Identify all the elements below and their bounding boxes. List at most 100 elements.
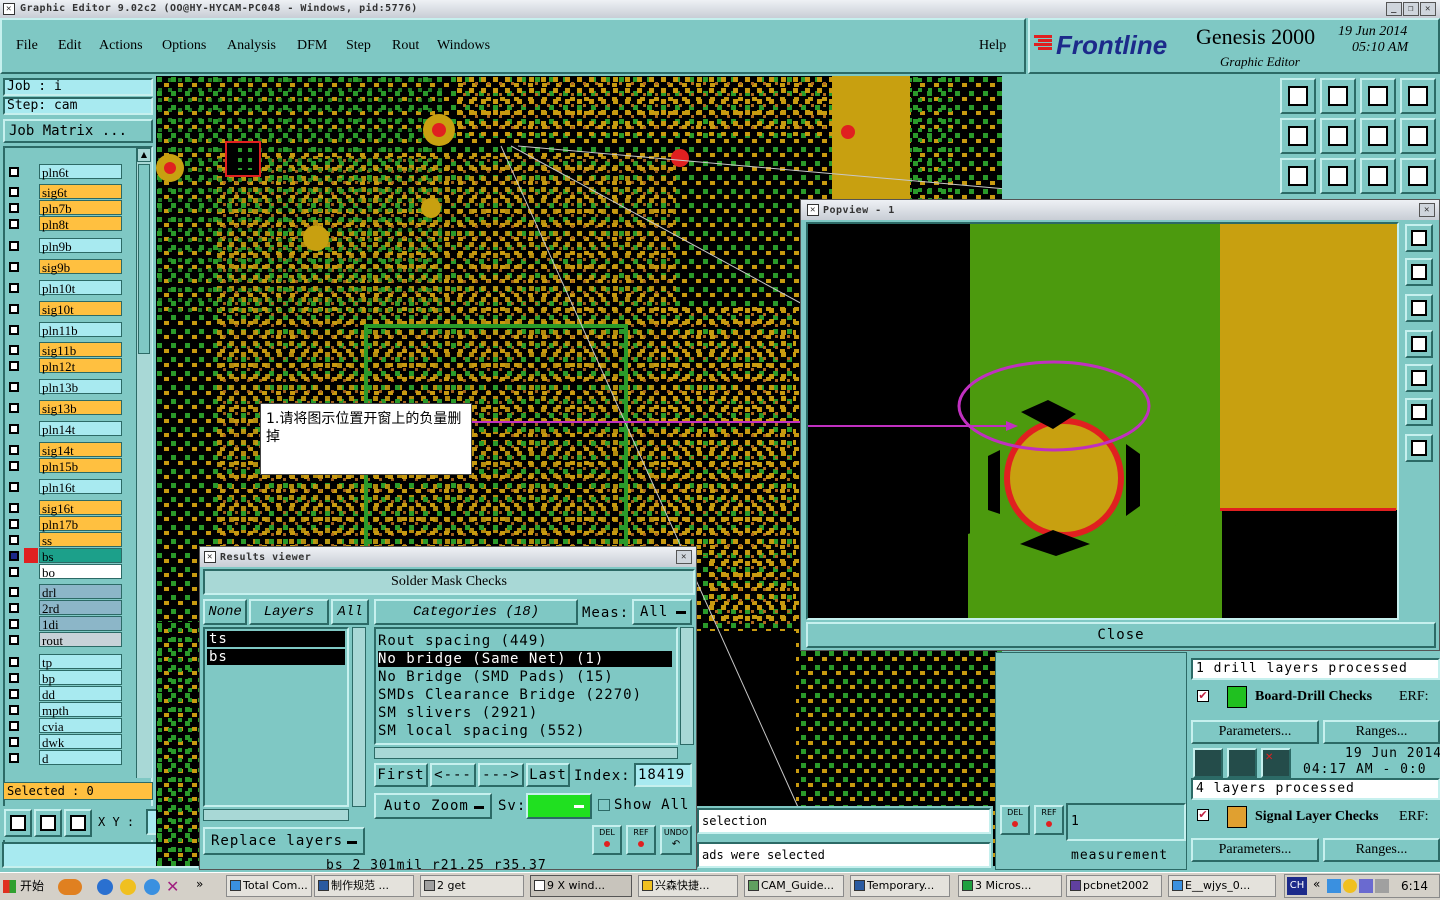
layer-row-bp[interactable]: bp (6, 670, 124, 686)
layer-name[interactable]: bs (39, 548, 122, 564)
measure-tool-icon[interactable] (34, 809, 62, 837)
run-icon-3[interactable]: ✕ (1261, 748, 1291, 778)
layer-row-ss[interactable]: ss (6, 532, 124, 548)
taskbar-item[interactable]: E__wjys_0... (1168, 875, 1276, 897)
category-vscroll[interactable] (680, 627, 694, 745)
taskbar-item[interactable]: CAM_Guide... (744, 875, 844, 897)
layer-checkbox[interactable] (9, 403, 19, 413)
drill-parameters-button[interactable]: Parameters... (1191, 720, 1319, 744)
layer-name[interactable]: mpth (39, 702, 122, 718)
menu-options[interactable]: Options (162, 38, 206, 54)
layer-row-dwk[interactable]: dwk (6, 734, 124, 750)
job-matrix-button[interactable]: Job Matrix ... (3, 119, 153, 143)
layer-checkbox[interactable] (9, 567, 19, 577)
start-button[interactable]: 开始 (0, 875, 50, 899)
pan-right-icon[interactable] (1320, 118, 1356, 154)
layer-result-bs[interactable]: bs (207, 649, 345, 665)
drill-check-checkbox[interactable]: ✔ (1197, 690, 1209, 702)
tray-icon-3[interactable] (1359, 879, 1373, 893)
popview-tool-3-icon[interactable] (1405, 294, 1433, 322)
layer-row-pln7b[interactable]: pln7b (6, 200, 124, 216)
layer-name[interactable]: sig11b (39, 342, 122, 358)
layer-name[interactable]: pln13b (39, 379, 122, 395)
category-item[interactable]: No Bridge (SMD Pads) (15) (378, 669, 614, 685)
layer-checkbox[interactable] (9, 283, 19, 293)
layer-row-sig10t[interactable]: sig10t (6, 301, 124, 317)
fit-icon[interactable] (1280, 158, 1316, 194)
signal-parameters-button[interactable]: Parameters... (1191, 838, 1319, 862)
all-button[interactable]: All (331, 599, 369, 625)
layer-row-sig9b[interactable]: sig9b (6, 259, 124, 275)
run-icon-2[interactable] (1227, 748, 1257, 778)
layer-row-sig16t[interactable]: sig16t (6, 500, 124, 516)
layer-name[interactable]: pln12t (39, 358, 122, 374)
layer-checkbox[interactable] (9, 705, 19, 715)
layer-checkbox[interactable] (9, 619, 19, 629)
layer-row-tp[interactable]: tp (6, 654, 124, 670)
home-view-icon[interactable] (1360, 78, 1396, 114)
layer-row-drl[interactable]: drl (6, 584, 124, 600)
layer-name[interactable]: pln16t (39, 479, 122, 495)
layer-name[interactable]: 1di (39, 616, 122, 632)
layer-row-pln11b[interactable]: pln11b (6, 322, 124, 338)
scale-one-to-two-icon[interactable] (1360, 158, 1396, 194)
tray-icon-4[interactable] (1375, 879, 1389, 893)
layer-name[interactable]: sig6t (39, 184, 122, 200)
layer-row-dd[interactable]: dd (6, 686, 124, 702)
layer-row-pln12t[interactable]: pln12t (6, 358, 124, 374)
layer-row-pln15b[interactable]: pln15b (6, 458, 124, 474)
layer-row-pln6t[interactable]: pln6t (6, 164, 124, 180)
menu-windows[interactable]: Windows (437, 38, 490, 54)
layer-name[interactable]: pln17b (39, 516, 122, 532)
next-button[interactable]: ---> (478, 763, 524, 787)
popview-tool-4-icon[interactable] (1405, 330, 1433, 358)
popview-tool-6-icon[interactable] (1405, 398, 1433, 426)
category-item[interactable]: Rout spacing (449) (378, 633, 548, 649)
popview-tool-1-icon[interactable] (1405, 224, 1433, 252)
menu-analysis[interactable]: Analysis (227, 38, 276, 54)
window-split-icon[interactable] (1400, 78, 1436, 114)
layer-checkbox[interactable] (9, 361, 19, 371)
taskbar-item[interactable]: 2 get (420, 875, 524, 897)
taskbar-item[interactable]: 9 X wind... (530, 875, 632, 897)
layer-name[interactable]: bp (39, 670, 122, 686)
close-window-button[interactable]: ✕ (1420, 2, 1436, 16)
layer-name[interactable]: dd (39, 686, 122, 702)
measure-del-button[interactable]: DEL (1000, 805, 1030, 835)
taskbar-more-icon[interactable]: » (196, 877, 203, 891)
replace-layers-dropdown[interactable]: Replace layers (203, 827, 365, 855)
popview-tool-5-icon[interactable] (1405, 364, 1433, 392)
results-undo-button[interactable]: UNDO ↶ (660, 825, 692, 855)
menu-help[interactable]: Help (979, 38, 1006, 54)
category-item[interactable]: SM local spacing (552) (378, 723, 585, 739)
first-button[interactable]: First (374, 763, 428, 787)
last-button[interactable]: Last (526, 763, 570, 787)
layer-checkbox[interactable] (9, 187, 19, 197)
tray-expand-icon[interactable]: « (1313, 877, 1320, 891)
run-icon-1[interactable] (1193, 748, 1223, 778)
layer-checkbox[interactable] (9, 689, 19, 699)
layer-checkbox[interactable] (9, 721, 19, 731)
layer-row-pln16t[interactable]: pln16t (6, 479, 124, 495)
results-close-icon[interactable]: ✕ (676, 550, 692, 564)
layer-row-rout[interactable]: rout (6, 632, 124, 648)
layer-name[interactable]: pln6t (39, 164, 122, 180)
layer-name[interactable]: pln9b (39, 238, 122, 254)
layer-name[interactable]: d (39, 750, 122, 766)
layer-name[interactable]: sig13b (39, 400, 122, 416)
popview-tool-7-icon[interactable] (1405, 434, 1433, 462)
meas-dropdown[interactable]: All (632, 599, 692, 625)
layer-name[interactable]: ss (39, 532, 122, 548)
layer-row-sig13b[interactable]: sig13b (6, 400, 124, 416)
help-query-icon[interactable] (1400, 158, 1436, 194)
layer-list-vscroll[interactable] (352, 627, 366, 807)
auto-zoom-dropdown[interactable]: Auto Zoom (374, 793, 492, 819)
layer-name[interactable]: sig16t (39, 500, 122, 516)
layer-checkbox[interactable] (9, 519, 19, 529)
previous-button[interactable]: <--- (430, 763, 476, 787)
maximize-button[interactable]: ❐ (1403, 2, 1419, 16)
layer-checkbox[interactable] (9, 325, 19, 335)
layer-row-2rd[interactable]: 2rd (6, 600, 124, 616)
language-indicator[interactable]: CH (1287, 877, 1307, 895)
layer-row-sig6t[interactable]: sig6t (6, 184, 124, 200)
